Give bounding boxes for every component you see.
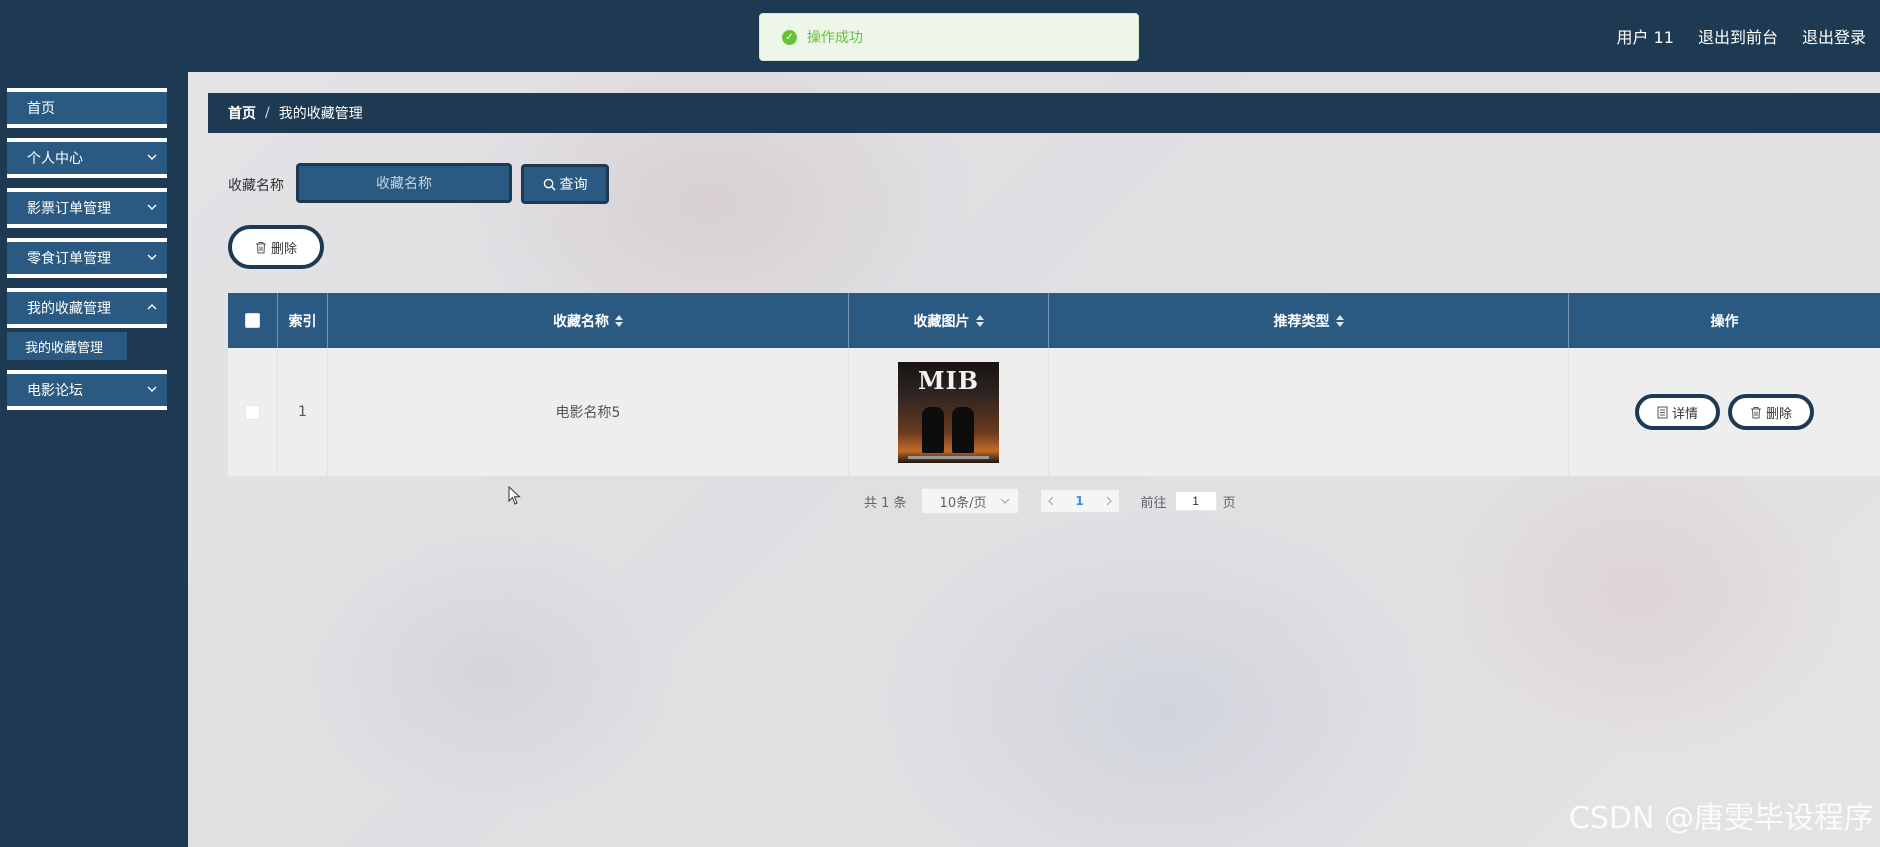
mouse-cursor-icon [508,486,521,505]
batch-delete-label: 删除 [270,240,297,256]
breadcrumb-home[interactable]: 首页 [228,103,256,123]
sidebar-subitem-favorites[interactable]: 我的收藏管理 [7,332,127,360]
row-delete-label: 删除 [1766,405,1793,421]
select-all-checkbox[interactable] [245,313,260,328]
table-row: 1 电影名称5 MIB 详情 删除 [228,348,1880,476]
user-name-label: 用户 11 [1616,28,1674,47]
column-header-type[interactable]: 推荐类型 [1049,293,1569,348]
sidebar-item-favorites[interactable]: 我的收藏管理 [7,288,167,328]
pagination-total: 共 1 条 [864,495,907,511]
search-label: 收藏名称 [228,178,284,194]
pagination: 共 1 条 10条/页 1 前往 页 [864,488,1236,514]
watermark: CSDN @唐雯毕设程序 [1568,801,1874,836]
row-actions: 详情 删除 [1569,348,1880,476]
page-suffix-label: 页 [1222,495,1236,511]
sort-icon[interactable] [975,314,984,327]
sidebar-item-label: 影票订单管理 [27,201,111,217]
chevron-down-icon [147,254,157,260]
row-select-cell [228,348,278,476]
goto-label: 前往 [1140,495,1167,511]
column-header-label: 收藏名称 [553,313,609,330]
table-header: 索引 收藏名称 收藏图片 推荐类型 操作 [228,293,1880,348]
row-name: 电影名称5 [328,348,849,476]
logout-link[interactable]: 退出登录 [1802,24,1866,48]
breadcrumb-current: 我的收藏管理 [278,106,363,122]
column-header-label: 操作 [1710,313,1739,330]
query-button-label: 查询 [559,176,588,192]
row-checkbox[interactable] [245,404,260,420]
detail-button-label: 详情 [1671,405,1698,421]
sidebar-item-snack-orders[interactable]: 零食订单管理 [7,238,167,278]
sidebar-item-label: 首页 [27,101,55,117]
column-header-label: 收藏图片 [913,313,970,330]
search-input[interactable] [296,163,512,203]
sidebar-item-label: 个人中心 [27,151,83,167]
column-header-label: 推荐类型 [1273,313,1330,330]
query-button[interactable]: 查询 [521,164,609,204]
chevron-down-icon [1000,498,1009,504]
document-icon [1657,406,1668,418]
row-image-cell: MIB [849,348,1049,476]
detail-button[interactable]: 详情 [1634,394,1720,430]
select-all-cell [228,293,278,348]
row-type [1049,348,1569,476]
chevron-down-icon [147,386,157,392]
page-size-select[interactable]: 10条/页 [920,488,1019,514]
sidebar-item-personal-center[interactable]: 个人中心 [7,138,167,178]
column-header-index: 索引 [278,293,328,348]
sidebar-item-home[interactable]: 首页 [7,88,167,128]
row-index: 1 [278,348,328,476]
column-header-name[interactable]: 收藏名称 [328,293,849,348]
batch-delete-button[interactable]: 删除 [228,225,324,269]
sort-icon[interactable] [1335,314,1344,327]
column-header-label: 索引 [288,313,317,330]
toast-message: 操作成功 [807,30,863,46]
page-navigator: 1 [1040,490,1119,512]
success-toast: ✓ 操作成功 [759,13,1139,61]
page-size-value: 10条/页 [939,495,987,511]
sort-icon[interactable] [615,314,623,327]
column-header-image[interactable]: 收藏图片 [849,293,1049,348]
breadcrumb: 首页 / 我的收藏管理 [208,93,1880,133]
next-page-icon[interactable] [1105,496,1113,506]
sidebar: 首页 个人中心 影票订单管理 零食订单管理 我的收藏管理 我的收藏管理 电影论坛 [0,72,188,847]
sidebar-item-label: 电影论坛 [27,383,83,399]
topbar-user-area: 用户 11 退出到前台 退出登录 [1617,0,1866,72]
trash-icon [1751,406,1761,418]
chevron-up-icon [147,304,157,310]
sidebar-item-ticket-orders[interactable]: 影票订单管理 [7,188,167,228]
column-header-actions: 操作 [1569,293,1880,348]
sidebar-item-label: 我的收藏管理 [27,301,111,317]
row-delete-button[interactable]: 删除 [1728,394,1815,430]
search-icon [543,178,556,191]
prev-page-icon[interactable] [1047,496,1055,506]
goto-page-input[interactable] [1174,491,1217,511]
sidebar-item-movie-forum[interactable]: 电影论坛 [7,370,167,410]
chevron-down-icon [147,154,157,160]
trash-icon [255,241,266,253]
breadcrumb-separator: / [265,105,270,121]
current-page-number[interactable]: 1 [1075,494,1083,508]
poster-title: MIB [917,365,980,395]
sidebar-item-label: 零食订单管理 [27,251,111,267]
exit-to-front-link[interactable]: 退出到前台 [1698,24,1778,48]
chevron-down-icon [147,204,157,210]
sidebar-subitem-label: 我的收藏管理 [25,340,104,356]
movie-poster-image[interactable]: MIB [898,361,999,463]
check-circle-icon: ✓ [782,29,797,45]
main-content: 首页 / 我的收藏管理 收藏名称 查询 删除 索引 收藏名称 [188,72,1880,847]
